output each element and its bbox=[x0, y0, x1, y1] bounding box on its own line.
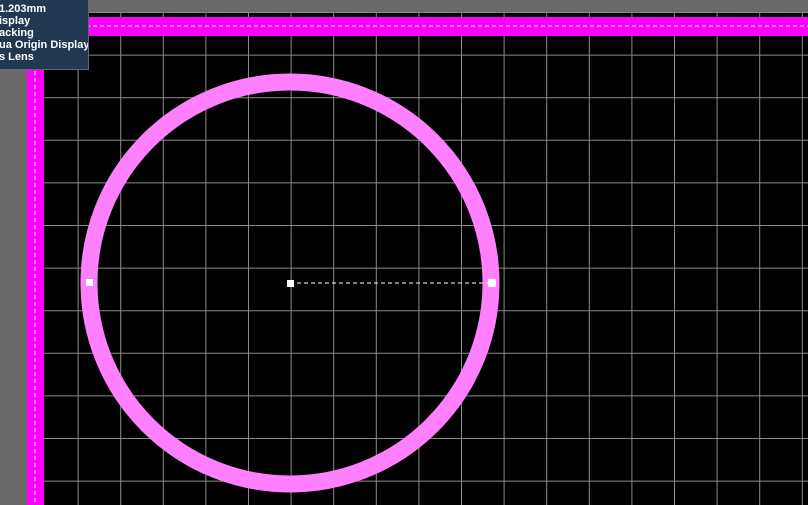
radius-handle[interactable] bbox=[488, 279, 496, 287]
hud-line-lens: s Lens bbox=[0, 51, 34, 63]
left-handle[interactable] bbox=[86, 279, 93, 286]
hud-line-display: isplay bbox=[0, 15, 31, 27]
design-canvas[interactable] bbox=[0, 0, 808, 505]
center-handle[interactable] bbox=[287, 280, 294, 287]
hud-line-origin-display: ua Origin Display bbox=[0, 39, 89, 51]
hud-line-grid-size: 1.203mm bbox=[0, 3, 47, 15]
hud-line-tracking: acking bbox=[0, 27, 34, 39]
heads-up-display: 1.203mm isplay acking ua Origin Display … bbox=[0, 0, 89, 70]
pcb-editor-viewport[interactable]: 1.203mm isplay acking ua Origin Display … bbox=[0, 0, 808, 505]
